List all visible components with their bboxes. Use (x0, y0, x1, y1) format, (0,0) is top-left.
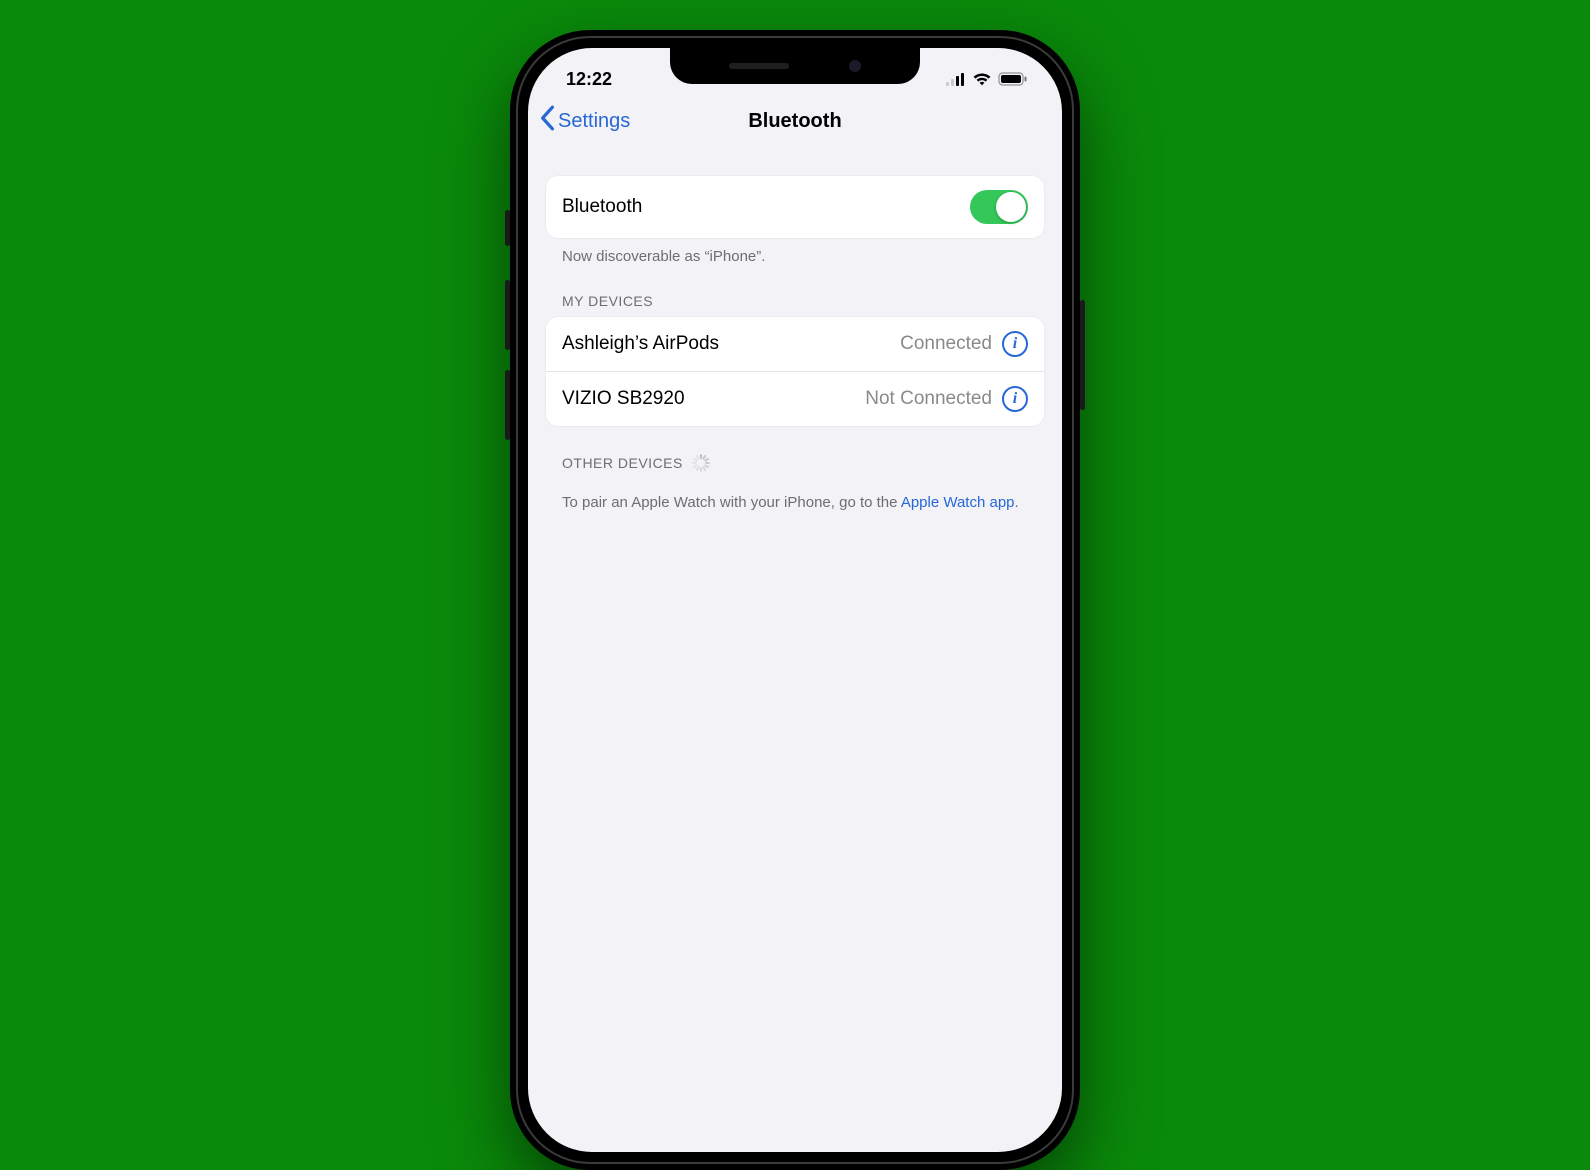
notch (670, 48, 920, 84)
back-button[interactable]: Settings (538, 105, 630, 137)
front-camera (849, 60, 861, 72)
device-row[interactable]: VIZIO SB2920 Not Connected i (546, 371, 1044, 426)
bluetooth-toggle-label: Bluetooth (562, 196, 642, 218)
my-devices-list: Ashleigh’s AirPods Connected i VIZIO SB2… (546, 317, 1044, 426)
bluetooth-toggle-row: Bluetooth (546, 176, 1044, 238)
device-status: Connected (900, 333, 992, 355)
volume-down-button (505, 370, 510, 440)
my-devices-header-label: MY DEVICES (562, 293, 653, 309)
battery-icon (998, 72, 1028, 86)
other-devices-header-label: OTHER DEVICES (562, 455, 683, 471)
apple-watch-app-link[interactable]: Apple Watch app (901, 494, 1015, 511)
power-button (1080, 300, 1085, 410)
mute-switch (505, 210, 510, 246)
volume-up-button (505, 280, 510, 350)
back-label: Settings (558, 110, 630, 133)
discoverable-note: Now discoverable as “iPhone”. (546, 238, 1044, 265)
pair-hint-prefix: To pair an Apple Watch with your iPhone,… (562, 494, 901, 511)
device-name: Ashleigh’s AirPods (562, 333, 719, 355)
info-icon[interactable]: i (1002, 331, 1028, 357)
page-title: Bluetooth (748, 110, 841, 133)
nav-bar: Settings Bluetooth (528, 96, 1062, 146)
chevron-left-icon (538, 105, 556, 137)
status-time: 12:22 (556, 69, 612, 90)
device-row[interactable]: Ashleigh’s AirPods Connected i (546, 317, 1044, 371)
pair-watch-hint: To pair an Apple Watch with your iPhone,… (546, 480, 1044, 513)
content-area: Bluetooth Now discoverable as “iPhone”. … (528, 146, 1062, 513)
my-devices-header: MY DEVICES (546, 265, 1044, 317)
speaker-grille (729, 63, 789, 69)
device-status: Not Connected (865, 388, 992, 410)
toggle-knob (996, 192, 1026, 222)
screen: 12:22 (528, 48, 1062, 1152)
bluetooth-toggle-group: Bluetooth (546, 176, 1044, 238)
cellular-signal-icon (946, 73, 966, 86)
pair-hint-suffix: . (1015, 494, 1019, 511)
device-name: VIZIO SB2920 (562, 388, 685, 410)
wifi-icon (972, 72, 992, 86)
bluetooth-toggle[interactable] (970, 190, 1028, 224)
spinner-icon (691, 454, 709, 472)
info-icon[interactable]: i (1002, 386, 1028, 412)
iphone-frame: 12:22 (510, 30, 1080, 1170)
other-devices-header: OTHER DEVICES (546, 426, 1044, 480)
